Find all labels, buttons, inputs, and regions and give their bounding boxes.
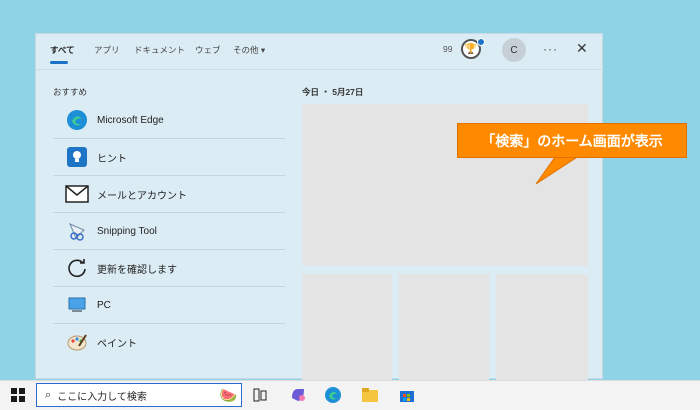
paint-icon xyxy=(63,328,91,356)
today-card-1[interactable] xyxy=(302,274,392,380)
fruit-highlight-icon: 🍉 xyxy=(219,386,237,403)
file-explorer-icon[interactable] xyxy=(360,385,380,405)
list-item-label: メールとアカウント xyxy=(97,190,187,202)
list-item[interactable]: Snipping Tool xyxy=(53,213,285,250)
list-item-label: ヒント xyxy=(97,153,127,165)
recommended-title: おすすめ xyxy=(53,87,88,97)
rewards-points: 99 xyxy=(443,44,453,54)
list-item[interactable]: ヒント xyxy=(53,139,285,176)
list-item[interactable]: 更新を確認します xyxy=(53,250,285,287)
refresh-icon xyxy=(63,254,91,282)
callout-box: 「検索」のホーム画面が表示 xyxy=(457,123,687,158)
list-item-label: Snipping Tool xyxy=(97,225,157,237)
tab-documents[interactable]: ドキュメント xyxy=(134,44,185,56)
pc-icon xyxy=(63,291,91,319)
close-button[interactable]: ✕ xyxy=(576,40,588,57)
taskbar-search-box[interactable]: ⌕ ここに入力して検索 🍉 xyxy=(36,383,242,407)
today-card-2[interactable] xyxy=(399,274,489,380)
tips-icon xyxy=(63,143,91,171)
today-title: 今日 ・ 5月27日 xyxy=(302,87,364,97)
tab-all[interactable]: すべて xyxy=(50,44,75,56)
edge-taskbar-icon[interactable] xyxy=(323,385,343,405)
notification-dot xyxy=(477,38,485,46)
today-card-3[interactable] xyxy=(496,274,588,380)
copilot-icon[interactable] xyxy=(288,385,308,405)
tab-more[interactable]: その他 ▾ xyxy=(233,44,265,56)
microsoft-store-icon[interactable] xyxy=(397,385,417,405)
list-item-label: 更新を確認します xyxy=(97,264,177,276)
list-item[interactable]: ペイント xyxy=(53,324,285,360)
tab-web[interactable]: ウェブ xyxy=(195,44,221,56)
list-item-label: Microsoft Edge xyxy=(97,114,164,126)
more-options-button[interactable]: ··· xyxy=(543,42,558,56)
list-item-label: PC xyxy=(97,299,111,311)
active-tab-indicator xyxy=(50,61,68,64)
header-divider xyxy=(36,69,602,70)
search-home-panel: すべて アプリ ドキュメント ウェブ その他 ▾ 99 🏆 C ··· ✕ おす… xyxy=(35,33,603,380)
callout-text: 「検索」のホーム画面が表示 xyxy=(481,132,663,149)
taskbar: ⌕ ここに入力して検索 🍉 xyxy=(0,380,700,410)
list-item[interactable]: Microsoft Edge xyxy=(53,102,285,139)
snipping-tool-icon xyxy=(63,217,91,245)
list-item[interactable]: PC xyxy=(53,287,285,324)
search-tabs-bar: すべて アプリ ドキュメント ウェブ その他 ▾ 99 🏆 C ··· ✕ xyxy=(36,34,602,70)
list-item-label: ペイント xyxy=(97,338,137,350)
avatar[interactable]: C xyxy=(502,38,526,62)
windows-start-icon[interactable] xyxy=(8,385,28,405)
mail-icon xyxy=(63,180,91,208)
search-icon: ⌕ xyxy=(45,388,52,401)
task-view-icon[interactable] xyxy=(250,385,270,405)
edge-icon xyxy=(63,106,91,134)
list-item[interactable]: メールとアカウント xyxy=(53,176,285,213)
tab-apps[interactable]: アプリ xyxy=(94,44,120,56)
search-input[interactable]: ここに入力して検索 xyxy=(57,388,147,403)
recommended-list: Microsoft Edge ヒント メールとアカウント Snipping To… xyxy=(53,102,285,360)
